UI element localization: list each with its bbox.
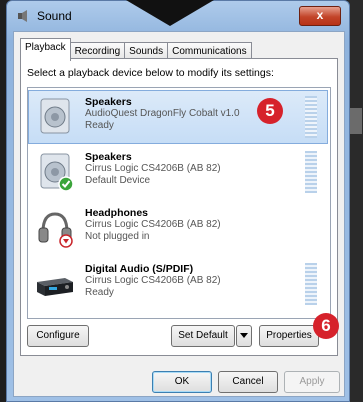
background-mark [350,108,362,134]
device-status: Ready [85,120,114,131]
device-description: AudioQuest DragonFly Cobalt v1.0 [85,108,240,119]
tab-strip: Playback Recording Sounds Communications [20,38,252,61]
window-title: Sound [37,9,72,23]
instruction-text: Select a playback device below to modify… [27,67,274,79]
tab-playback[interactable]: Playback [20,38,71,61]
device-name: Speakers [85,151,132,163]
speaker-default-icon [40,153,74,192]
device-name: Digital Audio (S/PDIF) [85,263,194,275]
device-item-speakers-cirrus[interactable]: Speakers Cirrus Logic CS4206B (AB 82) De… [29,146,327,198]
sound-icon [18,10,27,22]
headphones-icon [38,212,73,248]
device-status: Default Device [85,175,151,186]
digital-receiver-icon [37,278,73,296]
device-item-speakers-dragonfly[interactable]: Speakers AudioQuest DragonFly Cobalt v1.… [28,90,328,144]
device-list[interactable]: Speakers AudioQuest DragonFly Cobalt v1.… [27,87,331,319]
cancel-button[interactable]: Cancel [218,371,278,393]
pointer-arrow [126,0,214,26]
device-name: Speakers [85,96,132,108]
annotation-badge-6: 6 [313,313,339,339]
playback-panel: Select a playback device below to modify… [20,58,338,356]
dialog-client-area: Playback Recording Sounds Communications… [13,31,345,397]
background-edge [348,0,363,402]
volume-meter [305,151,317,193]
apply-button[interactable]: Apply [284,371,340,393]
ok-button[interactable]: OK [152,371,212,393]
device-name: Headphones [85,207,149,219]
device-description: Cirrus Logic CS4206B (AB 82) [85,163,221,174]
annotation-badge-5: 5 [257,98,283,124]
properties-button[interactable]: Properties [259,325,319,347]
set-default-button[interactable]: Set Default [171,325,235,347]
set-default-dropdown[interactable] [236,325,252,347]
volume-meter [305,96,317,138]
sound-dialog: Sound x Playback Recording Sounds Commun… [6,0,350,402]
device-item-headphones[interactable]: Headphones Cirrus Logic CS4206B (AB 82) … [29,202,327,254]
configure-button[interactable]: Configure [27,325,89,347]
speaker-icon [40,98,70,134]
chevron-down-icon [240,333,248,338]
device-status: Ready [85,287,114,298]
device-status: Not plugged in [85,231,150,242]
volume-meter [305,263,317,305]
close-button[interactable]: x [299,6,341,26]
device-description: Cirrus Logic CS4206B (AB 82) [85,275,221,286]
device-description: Cirrus Logic CS4206B (AB 82) [85,219,221,230]
device-item-digital-audio[interactable]: Digital Audio (S/PDIF) Cirrus Logic CS42… [29,258,327,310]
